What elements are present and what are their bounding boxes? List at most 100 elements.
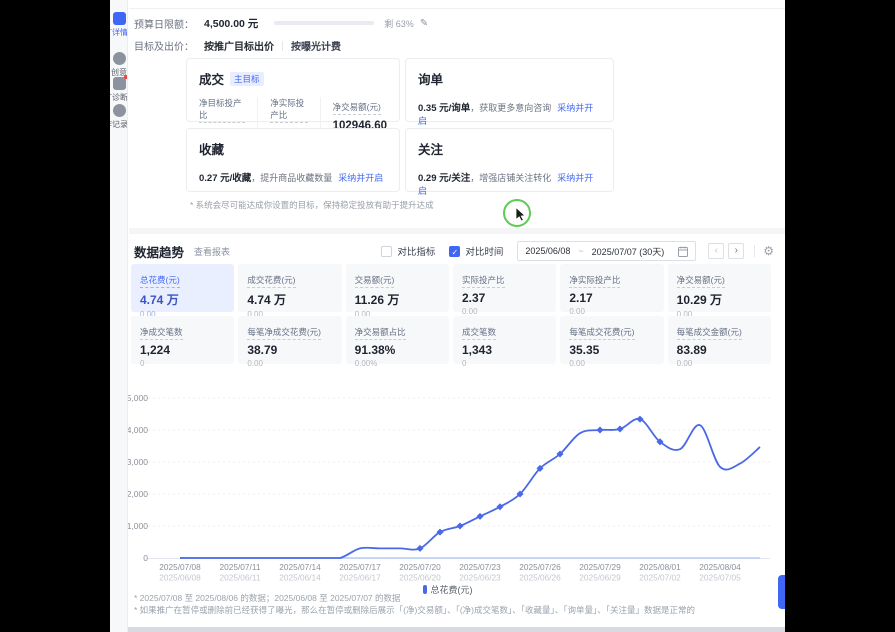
side-feedback-tab[interactable] — [778, 575, 785, 609]
metric-compare-value: 0.00 — [569, 359, 654, 368]
compare-time-checkbox[interactable]: ✓ — [449, 246, 460, 257]
metric-compare-value: 0.00% — [355, 359, 440, 368]
deal-card-title: 成交 — [199, 69, 224, 88]
metric-label: 每笔成交金额(元) — [677, 326, 742, 340]
goal-bid-label: 目标及出价： — [134, 38, 194, 53]
metric-value: 1,224 — [140, 343, 225, 357]
svg-text:2025/06/11: 2025/06/11 — [220, 573, 261, 583]
budget-progress-bar — [274, 21, 374, 25]
total-spend-line-chart[interactable]: 01,0002,0003,0004,0005,0002025/07/082025… — [110, 380, 785, 585]
next-period-button[interactable]: › — [728, 243, 744, 259]
tab-separator — [282, 41, 283, 51]
metric-label: 每笔成交花费(元) — [569, 326, 634, 340]
metric-card[interactable]: 每笔成交花费(元)35.350.00 — [560, 316, 663, 364]
metric-compare-value: 0.00 — [569, 307, 654, 316]
mouse-cursor-icon — [515, 207, 527, 222]
compare-metric-label[interactable]: 对比指标 — [397, 244, 435, 258]
adopt-enable-link-favorite[interactable]: 采纳并开启 — [338, 173, 383, 183]
diagnose-icon — [113, 77, 126, 90]
svg-text:2025/06/26: 2025/06/26 — [519, 573, 561, 583]
svg-text:5,000: 5,000 — [127, 393, 149, 403]
trend-metric-cards: 总花费(元)4.74 万0.00成交花费(元)4.74 万0.00交易额(元)1… — [131, 264, 771, 364]
metric-label: 交易额(元) — [355, 274, 395, 288]
metric-card[interactable]: 每笔成交金额(元)83.890.00 — [668, 316, 771, 364]
sidebar-item-history[interactable]: 操作记录 — [110, 104, 128, 130]
sidebar-item-diagnose[interactable]: 推广诊断 — [110, 77, 128, 103]
budget-remaining-text: 剩 63% — [384, 17, 414, 30]
metric-label: 净交易额占比 — [355, 326, 406, 340]
legend-label-total-spend: 总花费(元) — [431, 583, 473, 596]
goal-card-favorite[interactable]: 收藏 0.27 元/收藏，提升商品收藏数量采纳并开启 — [186, 128, 400, 192]
svg-text:2025/07/23: 2025/07/23 — [459, 562, 501, 572]
metric-card[interactable]: 成交笔数1,3430 — [453, 316, 556, 364]
metric-value: 83.89 — [677, 343, 762, 357]
svg-text:0: 0 — [143, 553, 148, 563]
view-report-link[interactable]: 查看报表 — [194, 245, 230, 258]
metric-card[interactable]: 交易额(元)11.26 万0.00 — [346, 264, 449, 312]
metric-compare-value: 0 — [462, 359, 547, 368]
svg-text:2025/07/17: 2025/07/17 — [339, 562, 381, 572]
date-range-end[interactable]: 2025/07/07 (30天) — [592, 245, 665, 258]
metric-compare-value: 0.00 — [247, 359, 332, 368]
date-range-start[interactable]: 2025/06/08 — [525, 246, 570, 256]
metric-value: 4.74 万 — [247, 291, 332, 308]
metric-card[interactable]: 总花费(元)4.74 万0.00 — [131, 264, 234, 312]
goal-card-inquiry[interactable]: 询单 0.35 元/询单，获取更多意向咨询采纳并开启 — [405, 58, 614, 122]
campaign-dashboard-window: 推广详情创意推广诊断操作记录 预算日限额： 4,500.00 元 剩 63% ✎… — [110, 0, 785, 632]
metric-compare-value: 0.00 — [677, 359, 762, 368]
metric-card[interactable]: 成交花费(元)4.74 万0.00 — [238, 264, 341, 312]
svg-text:2025/06/14: 2025/06/14 — [279, 573, 321, 583]
svg-text:3,000: 3,000 — [127, 457, 149, 467]
svg-text:2025/07/11: 2025/07/11 — [220, 562, 261, 572]
svg-text:2025/07/20: 2025/07/20 — [399, 562, 441, 572]
date-range-picker[interactable]: 2025/06/08 ~ 2025/07/07 (30天) — [517, 241, 696, 261]
edit-budget-icon[interactable]: ✎ — [420, 18, 428, 29]
metric-label: 实际投产比 — [462, 274, 505, 288]
top-divider — [129, 8, 785, 9]
svg-text:2025/06/20: 2025/06/20 — [399, 573, 441, 583]
daily-budget-row: 预算日限额： 4,500.00 元 剩 63% ✎ — [134, 15, 774, 31]
prev-period-button[interactable]: ‹ — [708, 243, 724, 259]
goal-note: * 系统会尽可能达成你设置的目标，保持稳定投放有助于提升达成 — [190, 199, 434, 211]
metric-label: 成交花费(元) — [247, 274, 295, 288]
metric-card[interactable]: 净交易额(元)10.29 万0.00 — [668, 264, 771, 312]
metric-label: 成交笔数 — [462, 326, 496, 340]
metric-value: 91.38% — [355, 343, 440, 357]
metric-card[interactable]: 实际投产比2.370.00 — [453, 264, 556, 312]
metric-value: 4.74 万 — [140, 291, 225, 308]
sidebar-item-label: 推广诊断 — [110, 92, 128, 103]
history-icon — [113, 104, 126, 117]
goal-card-follow[interactable]: 关注 0.29 元/关注，增强店铺关注转化采纳并开启 — [405, 128, 614, 192]
svg-text:2025/07/08: 2025/07/08 — [159, 562, 201, 572]
svg-text:2025/08/01: 2025/08/01 — [639, 562, 681, 572]
trend-title: 数据趋势 — [134, 242, 184, 261]
metric-label: 总花费(元) — [140, 274, 180, 288]
metric-card[interactable]: 净交易额占比91.38%0.00% — [346, 316, 449, 364]
daily-budget-label: 预算日限额： — [134, 16, 194, 31]
metric-compare-value: 0.00 — [462, 307, 547, 316]
campaign-detail-icon — [113, 12, 126, 25]
sidebar-item-campaign-detail[interactable]: 推广详情 — [110, 12, 128, 38]
metric-value: 38.79 — [247, 343, 332, 357]
metric-label: 净交易额(元) — [677, 274, 725, 288]
trend-chart-area: 01,0002,0003,0004,0005,0002025/07/082025… — [110, 380, 785, 585]
metric-card[interactable]: 每笔净成交花费(元)38.790.00 — [238, 316, 341, 364]
goal-card-deal[interactable]: 成交 主目标 净目标投产比i 2.45 ✎ 净实际投产比 2.17 净交易额(元… — [186, 58, 400, 122]
compare-metric-checkbox[interactable] — [381, 246, 392, 257]
settings-gear-icon[interactable]: ⚙ — [763, 244, 774, 258]
sidebar-item-label: 操作记录 — [110, 119, 128, 130]
date-range-separator: ~ — [578, 246, 583, 256]
trend-header: 数据趋势 查看报表 对比指标 ✓ 对比时间 2025/06/08 ~ 2025/… — [134, 240, 774, 262]
metric-label: 净实际投产比 — [569, 274, 620, 288]
section-divider — [129, 228, 785, 234]
tab-bid-by-impression[interactable]: 按曝光计费 — [291, 38, 341, 53]
metric-label: 每笔净成交花费(元) — [247, 326, 321, 340]
window-bottom-edge — [110, 627, 785, 632]
tab-bid-by-goal[interactable]: 按推广目标出价 — [204, 38, 274, 53]
left-nav-sidebar: 推广详情创意推广诊断操作记录 — [110, 0, 128, 632]
metric-value: 2.37 — [462, 291, 547, 305]
metric-card[interactable]: 净成交笔数1,2240 — [131, 316, 234, 364]
metric-card[interactable]: 净实际投产比2.170.00 — [560, 264, 663, 312]
primary-goal-badge: 主目标 — [230, 72, 264, 86]
compare-time-label[interactable]: 对比时间 — [465, 244, 503, 258]
